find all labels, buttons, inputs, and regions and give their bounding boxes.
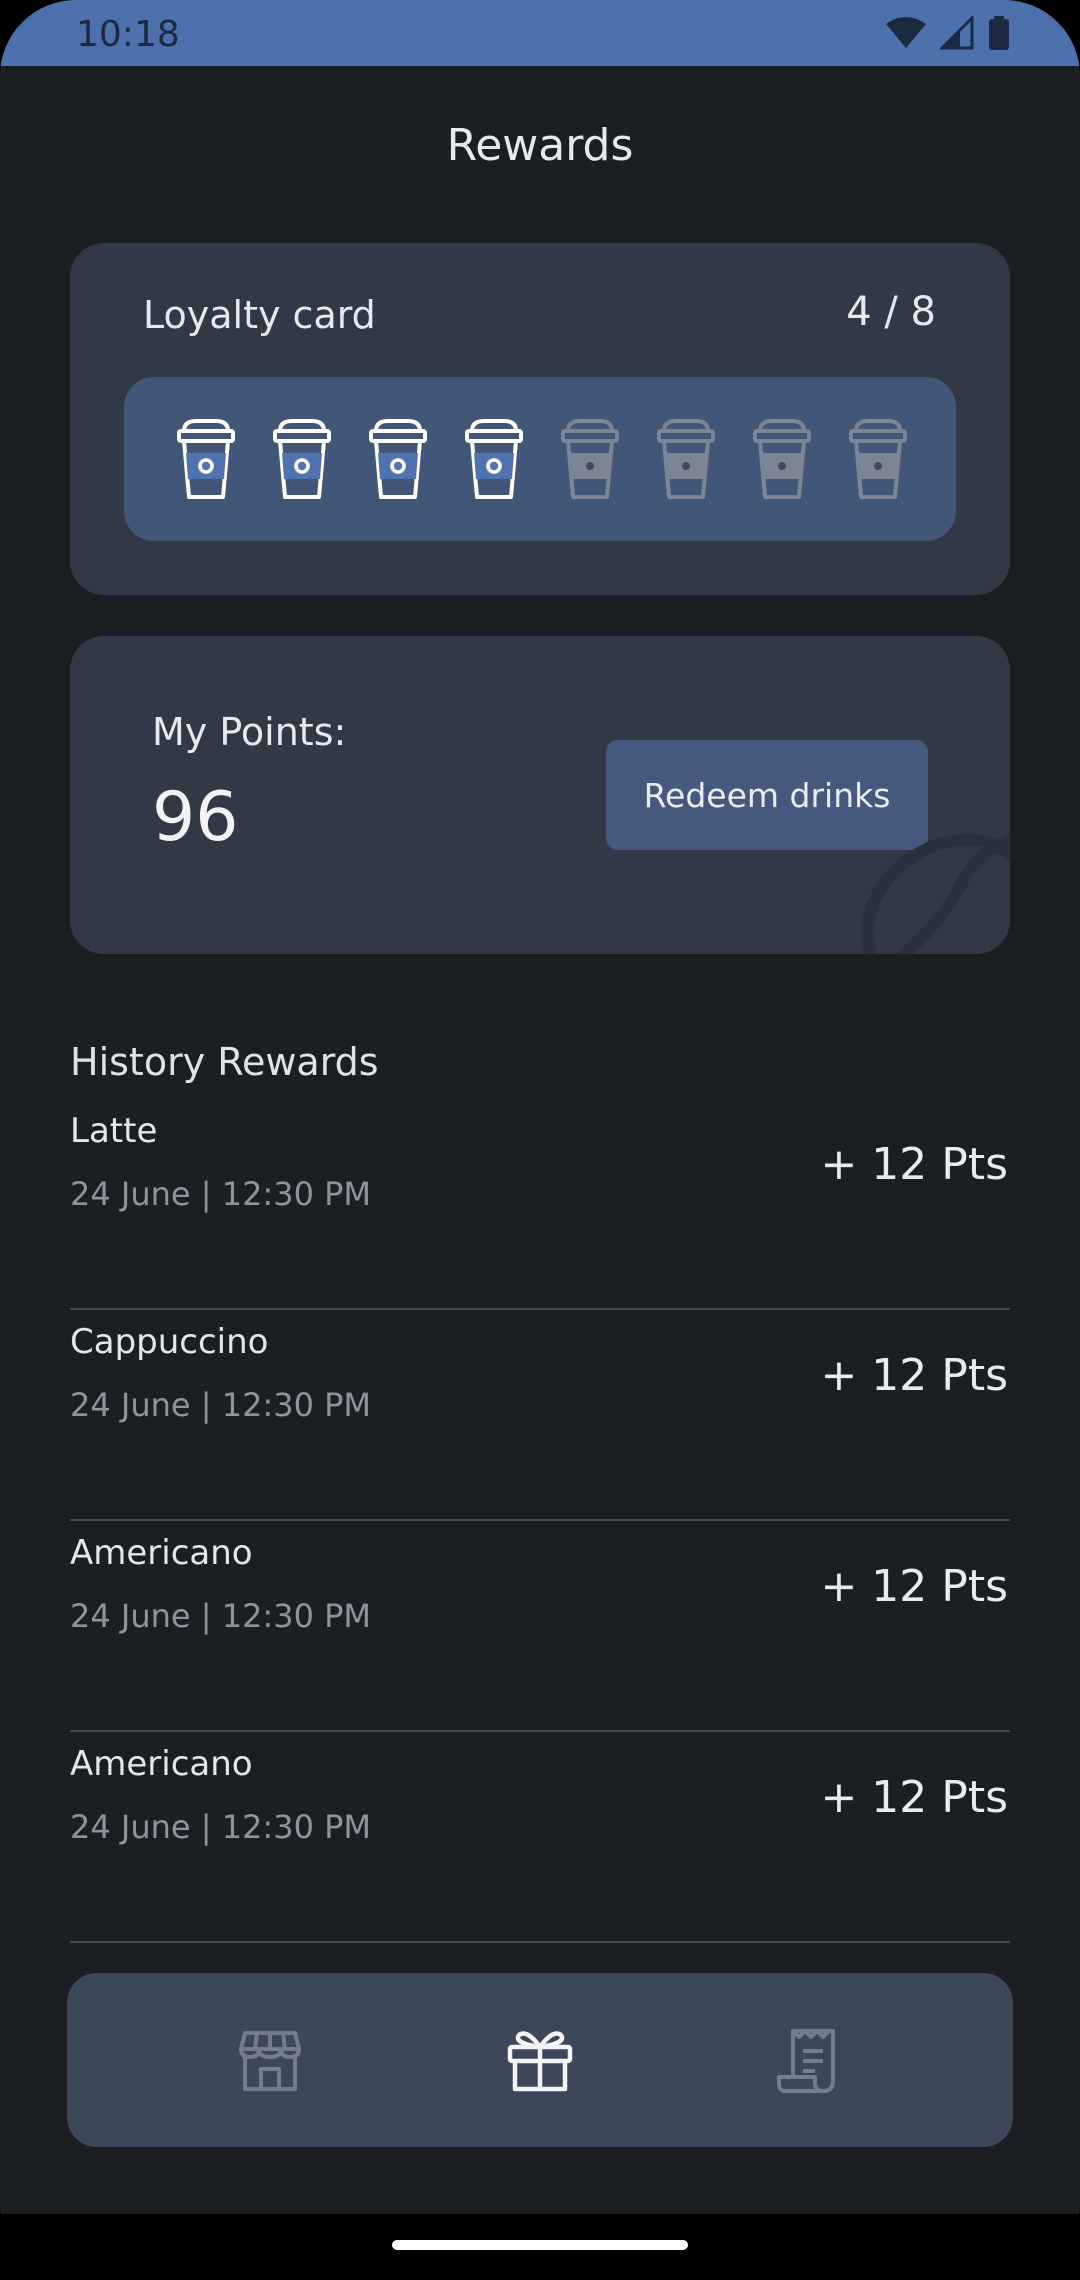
history-item-date: 24 June | 12:30 PM — [70, 1386, 371, 1424]
coffee-bean-icon — [861, 832, 1010, 954]
nav-store-button[interactable] — [235, 2025, 305, 2095]
coffee-cup-empty-icon — [849, 419, 907, 499]
coffee-cup-empty-icon — [753, 419, 811, 499]
loyalty-card: Loyalty card 4 / 8 — [70, 243, 1010, 595]
history-item-points: + 12 Pts — [820, 1350, 1008, 1401]
points-value: 96 — [152, 778, 239, 857]
status-icons — [886, 14, 1010, 54]
history-item: Cappuccino 24 June | 12:30 PM + 12 Pts — [70, 1310, 1010, 1521]
history-item: Latte 24 June | 12:30 PM + 12 Pts — [70, 1099, 1010, 1310]
nav-orders-button[interactable] — [775, 2025, 845, 2095]
coffee-cup-filled-icon — [177, 419, 235, 499]
points-card: My Points: 96 Redeem drinks — [70, 636, 1010, 954]
signal-icon — [938, 14, 974, 54]
loyalty-cups-strip — [124, 377, 956, 541]
history-item-points: + 12 Pts — [820, 1772, 1008, 1823]
loyalty-card-count: 4 / 8 — [846, 289, 936, 335]
home-indicator[interactable] — [392, 2240, 688, 2250]
store-icon — [239, 2031, 301, 2091]
battery-icon — [988, 16, 1010, 54]
gesture-bar — [0, 2214, 1080, 2280]
bottom-navigation — [67, 1973, 1013, 2147]
history-item-name: Americano — [70, 1533, 253, 1573]
history-item-name: Cappuccino — [70, 1322, 269, 1362]
history-item-name: Latte — [70, 1111, 158, 1151]
history-item: Americano 24 June | 12:30 PM + 12 Pts — [70, 1521, 1010, 1732]
status-bar: 10:18 — [0, 0, 1080, 66]
history-item-date: 24 June | 12:30 PM — [70, 1175, 371, 1213]
history-item-date: 24 June | 12:30 PM — [70, 1597, 371, 1635]
history-item-name: Americano — [70, 1744, 253, 1784]
coffee-cup-filled-icon — [369, 419, 427, 499]
nav-rewards-button[interactable] — [505, 2025, 575, 2095]
points-label: My Points: — [152, 710, 347, 754]
history-item-points: + 12 Pts — [820, 1561, 1008, 1612]
history-item: Americano 24 June | 12:30 PM + 12 Pts — [70, 1732, 1010, 1943]
loyalty-card-label: Loyalty card — [143, 293, 376, 337]
history-item-points: + 12 Pts — [820, 1139, 1008, 1190]
coffee-cup-filled-icon — [273, 419, 331, 499]
page-title: Rewards — [446, 120, 634, 171]
receipt-icon — [777, 2029, 835, 2093]
wifi-icon — [886, 16, 926, 54]
coffee-cup-filled-icon — [465, 419, 523, 499]
gift-icon — [507, 2031, 573, 2092]
history-item-date: 24 June | 12:30 PM — [70, 1808, 371, 1846]
history-rewards-title: History Rewards — [70, 1040, 379, 1084]
status-time: 10:18 — [76, 14, 180, 55]
coffee-cup-empty-icon — [657, 419, 715, 499]
app-screen: 10:18 Rewards Loyalty card 4 / 8 My Poin… — [0, 0, 1080, 2280]
coffee-cup-empty-icon — [561, 419, 619, 499]
